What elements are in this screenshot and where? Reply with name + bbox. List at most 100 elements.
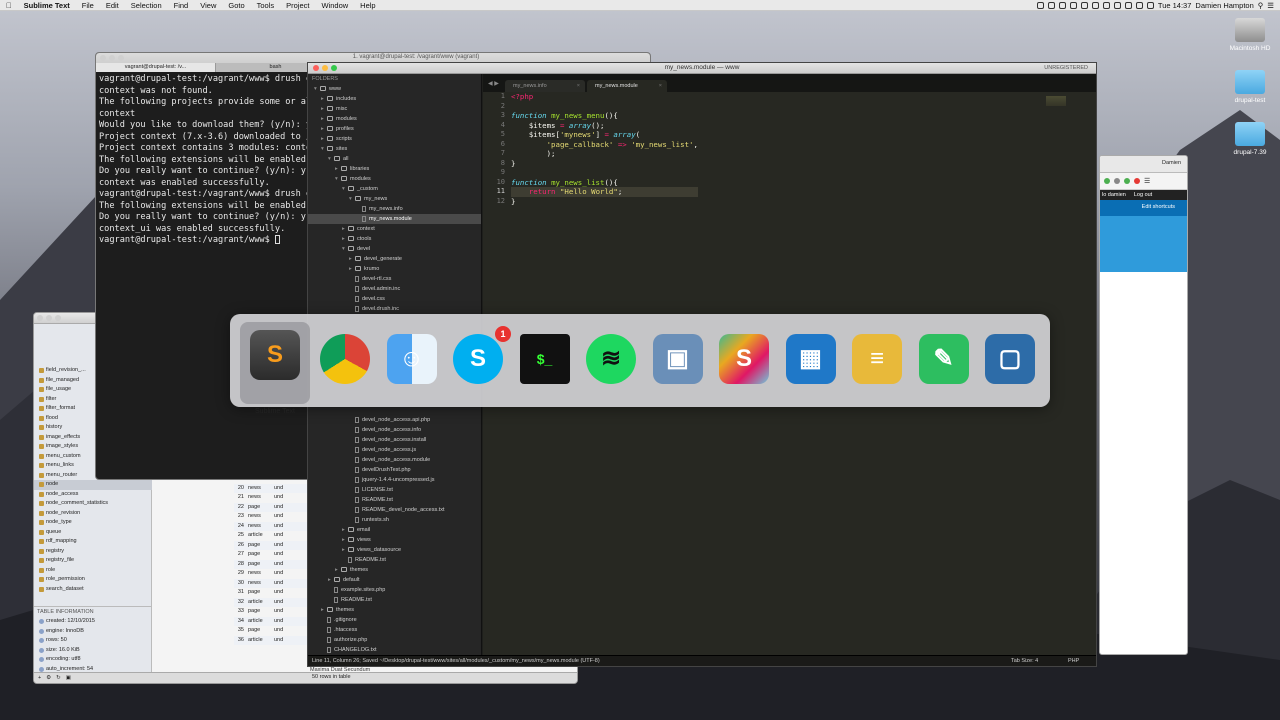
syntax-selector[interactable]: PHP (1068, 656, 1079, 666)
extension-icon[interactable] (1134, 178, 1140, 184)
tree-folder[interactable]: ▸ views_datasource (308, 545, 481, 555)
zoom-button[interactable] (118, 55, 124, 61)
tab-nav-arrows-icon[interactable]: ◀ ▶ (488, 80, 499, 87)
tree-file[interactable]: README.txt (308, 595, 481, 605)
table-list-item[interactable]: registry (34, 547, 152, 557)
tab-size-selector[interactable]: Tab Size: 4 (1011, 656, 1038, 666)
tree-folder[interactable]: ▸ krumo (308, 264, 481, 274)
menu-tools[interactable]: Tools (251, 1, 281, 10)
browser-profile[interactable]: Damien (1162, 160, 1181, 166)
tree-file[interactable]: README.txt (308, 555, 481, 565)
tree-file[interactable]: devel_node_access.install (308, 435, 481, 445)
tree-folder[interactable]: ▸ modules (308, 114, 481, 124)
menu-goto[interactable]: Goto (222, 1, 250, 10)
tab-my-news-module[interactable]: my_news.module × (587, 80, 667, 92)
tree-file[interactable]: CHANGELOG.txt (308, 645, 481, 655)
tab-my-news-info[interactable]: my_news.info × (505, 80, 585, 92)
tree-file[interactable]: devel-rtl.css (308, 274, 481, 284)
tree-file[interactable]: runtests.sh (308, 515, 481, 525)
apple-menu-icon[interactable]:  (0, 1, 18, 10)
tree-folder[interactable]: ▸ default (308, 575, 481, 585)
close-button[interactable] (37, 315, 43, 321)
switcher-app-preview[interactable]: ▣ (649, 330, 707, 388)
table-list-item[interactable]: registry_file (34, 556, 152, 566)
tree-folder[interactable]: ▸ includes (308, 94, 481, 104)
code-content[interactable]: <?php function my_news_menu(){ $items = … (511, 92, 698, 206)
table-list-item[interactable]: role_permission (34, 575, 152, 585)
tree-file[interactable]: jquery-1.4.4-uncompressed.js (308, 475, 481, 485)
menu-selection[interactable]: Selection (125, 1, 168, 10)
desktop-icon-macintosh-hd[interactable]: Macintosh HD (1220, 18, 1280, 52)
tree-file[interactable]: devel.admin.inc (308, 284, 481, 294)
menubar-user[interactable]: Damien Hampton (1195, 1, 1253, 10)
tree-folder[interactable]: ▸ ctools (308, 234, 481, 244)
tree-file[interactable]: example.sites.php (308, 585, 481, 595)
close-tab-icon[interactable]: × (659, 80, 662, 92)
minimize-button[interactable] (109, 55, 115, 61)
edit-shortcuts-link[interactable]: Edit shortcuts (1100, 200, 1187, 216)
tree-folder[interactable]: ▾ my_news (308, 194, 481, 204)
tree-file[interactable]: develDrushTest.php (308, 465, 481, 475)
close-tab-icon[interactable]: × (577, 80, 580, 92)
tree-folder[interactable]: ▸ context (308, 224, 481, 234)
status-icon[interactable] (1091, 2, 1099, 9)
switcher-app-terminal[interactable]: $_ (516, 330, 574, 388)
tree-file[interactable]: README_devel_node_access.txt (308, 505, 481, 515)
tree-folder[interactable]: ▾ sites (308, 144, 481, 154)
refresh-icon[interactable]: ↻ (56, 675, 61, 681)
tree-folder[interactable]: ▾ all (308, 154, 481, 164)
switcher-app-evernote[interactable]: ✎ (915, 330, 973, 388)
switcher-app-spotify[interactable]: ≋ (582, 330, 640, 388)
add-icon[interactable]: + (38, 675, 41, 681)
tree-file[interactable]: devel_node_access.js (308, 445, 481, 455)
table-list-item[interactable]: node_type (34, 518, 152, 528)
table-list-item[interactable]: node_revision (34, 509, 152, 519)
status-icon[interactable] (1113, 2, 1121, 9)
status-icon[interactable] (1058, 2, 1066, 9)
settings-icon[interactable]: ⚙ (46, 675, 51, 681)
switcher-app-chrome[interactable] (316, 330, 374, 388)
tree-folder[interactable]: ▾ modules (308, 174, 481, 184)
admin-user-link[interactable]: lo damien (1102, 192, 1126, 198)
table-list-item[interactable]: node_comment_statistics (34, 499, 152, 509)
tree-folder[interactable]: ▸ devel_generate (308, 254, 481, 264)
table-list-item[interactable]: rdf_mapping (34, 537, 152, 547)
switcher-app-keynote[interactable]: ▦ (782, 330, 840, 388)
menubar-clock[interactable]: Tue 14:37 (1158, 1, 1192, 10)
tree-file[interactable]: devel_node_access.api.php (308, 415, 481, 425)
status-icon[interactable] (1080, 2, 1088, 9)
status-icon[interactable] (1036, 2, 1044, 9)
tree-file[interactable]: README.txt (308, 495, 481, 505)
switcher-app-finder[interactable]: ☺ (383, 330, 441, 388)
table-list-item[interactable]: search_dataset (34, 585, 152, 595)
tree-file[interactable]: .gitignore (308, 615, 481, 625)
tree-folder[interactable]: ▾ _custom (308, 184, 481, 194)
tree-folder[interactable]: ▸ views (308, 535, 481, 545)
filter-icon[interactable]: ▣ (66, 675, 71, 681)
switcher-app-virtualbox[interactable]: ▢ (981, 330, 1039, 388)
spotlight-icon[interactable]: ⚲ (1258, 1, 1264, 10)
switcher-app-sublime-text[interactable]: S Sublime Text (240, 322, 310, 415)
minimize-button[interactable] (46, 315, 52, 321)
menu-window[interactable]: Window (315, 1, 354, 10)
tree-file[interactable]: LICENSE.txt (308, 485, 481, 495)
switcher-app-skype[interactable]: S1 (449, 326, 511, 388)
tree-folder[interactable]: ▸ profiles (308, 124, 481, 134)
tree-folder[interactable]: ▸ email (308, 525, 481, 535)
table-list-item[interactable]: node_access (34, 490, 152, 500)
logout-link[interactable]: Log out (1134, 192, 1152, 198)
volume-icon[interactable] (1135, 2, 1143, 9)
tree-folder[interactable]: ▾ devel (308, 244, 481, 254)
browser-menu-icon[interactable]: ☰ (1144, 177, 1150, 185)
minimap[interactable] (1046, 96, 1066, 106)
tree-file[interactable]: devel_node_access.info (308, 425, 481, 435)
table-list-item[interactable]: queue (34, 528, 152, 538)
tree-file[interactable]: my_news.info (308, 204, 481, 214)
notification-center-icon[interactable]: ☰ (1267, 1, 1274, 10)
tree-folder[interactable]: ▸ themes (308, 605, 481, 615)
extension-icon[interactable] (1114, 178, 1120, 184)
tree-folder[interactable]: ▸ misc (308, 104, 481, 114)
tree-file[interactable]: devel.drush.inc (308, 304, 481, 314)
menu-find[interactable]: Find (168, 1, 195, 10)
extension-icon[interactable] (1104, 178, 1110, 184)
